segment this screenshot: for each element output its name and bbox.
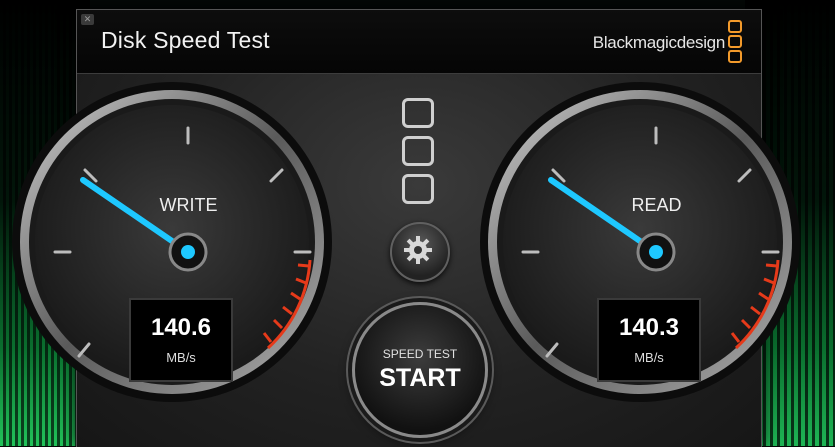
write-speed-unit: MB/s — [166, 350, 196, 365]
start-button[interactable]: SPEED TEST START — [352, 302, 488, 438]
gear-icon — [404, 236, 432, 264]
write-speed-readout: 140.6 MB/s — [129, 298, 233, 382]
read-speed-value: 140.3 — [618, 314, 680, 341]
start-button-small-label: SPEED TEST — [382, 347, 458, 361]
write-gauge-label: WRITE — [159, 195, 218, 215]
app-title: Disk Speed Test — [101, 27, 270, 53]
disk-stack-icon — [402, 98, 434, 212]
read-speed-readout: 140.3 MB/s — [597, 298, 701, 382]
close-button[interactable]: ✕ — [81, 14, 94, 25]
brand-name: Blackmagicdesign — [592, 33, 726, 52]
write-gauge: WRITE 140.6 MB/s — [10, 80, 335, 405]
blackmagic-logo-icon — [728, 20, 742, 65]
start-button-label: START — [379, 364, 461, 392]
read-gauge: READ 140.3 MB/s — [478, 80, 803, 405]
read-gauge-label: READ — [631, 195, 682, 215]
title-bar: ✕ Disk Speed Test Blackmagicdesign — [77, 10, 761, 74]
read-speed-unit: MB/s — [634, 350, 664, 365]
write-speed-value: 140.6 — [150, 314, 212, 341]
settings-button[interactable] — [390, 222, 450, 282]
